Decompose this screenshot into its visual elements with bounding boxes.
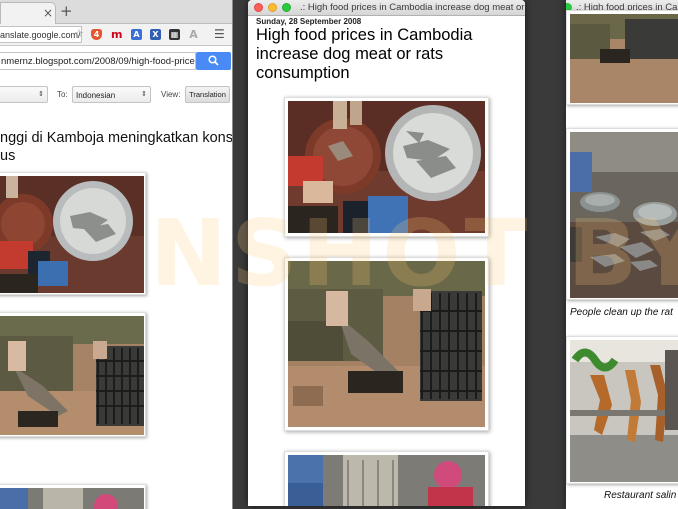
zoom-window-icon[interactable] <box>282 3 291 12</box>
post-title: High food prices in Cambodia increase do… <box>256 26 473 82</box>
photo-rats-bowl <box>0 172 146 295</box>
window-title: .: High food prices in Cambodia increase… <box>300 2 525 13</box>
photo-rats-bowl[interactable] <box>284 97 489 237</box>
new-tab-button[interactable]: + <box>60 3 73 19</box>
bookmark-star-icon[interactable]: ☆ <box>74 27 84 40</box>
from-language-select[interactable]: ⇕ <box>0 86 48 103</box>
menu-icon[interactable]: ☰ <box>214 27 225 41</box>
to-language-select[interactable]: Indonesian ⇕ <box>72 86 151 103</box>
photo-rats-cleaning <box>566 128 678 300</box>
language-row: ⇕ To: Indonesian ⇕ View: Translation <box>0 86 232 104</box>
close-tab-icon[interactable]: × <box>43 7 53 19</box>
photo-restaurant <box>566 336 678 484</box>
translate-search-button[interactable] <box>196 52 231 70</box>
translated-title-line: us <box>0 148 16 164</box>
title-bar[interactable]: .: High food prices in Cambodia increase… <box>248 0 525 16</box>
post-date: Sunday, 28 September 2008 <box>256 17 362 26</box>
google-translate-window: × + anslate.google.com/... ☆ 4 m A X ▦ A… <box>0 0 233 509</box>
desktop: × + anslate.google.com/... ☆ 4 m A X ▦ A… <box>0 0 678 509</box>
to-language-value: Indonesian <box>76 91 116 100</box>
translate-url-input[interactable]: nmernz.blogspot.com/2008/09/high-food-pr… <box>0 52 196 70</box>
translated-post-title: nggi di Kamboja meningkatkan konsumsi us <box>0 129 232 165</box>
address-bar[interactable]: anslate.google.com/... <box>0 26 82 43</box>
photo-caption: People clean up the rat <box>570 307 673 318</box>
brave-icon[interactable]: 4 <box>91 29 102 40</box>
grid-icon[interactable]: ▦ <box>169 29 180 40</box>
blog-window-right: .: High food prices in Cam People clean … <box>566 0 678 509</box>
tab-google-translate[interactable]: × <box>0 2 56 24</box>
photo-rat-cage <box>566 10 678 105</box>
m-icon[interactable]: m <box>111 29 122 40</box>
translated-title-line: nggi di Kamboja meningkatkan konsumsi <box>0 130 233 146</box>
photo-rat-cage <box>0 312 146 437</box>
photo-caption: Restaurant salin <box>604 490 677 501</box>
select-arrows-icon: ⇕ <box>141 90 147 98</box>
photo-rat-cage[interactable] <box>284 257 489 431</box>
x-icon[interactable]: X <box>150 29 161 40</box>
minimize-window-icon[interactable] <box>268 3 277 12</box>
search-icon <box>208 55 219 66</box>
view-label: View: <box>161 90 181 99</box>
translate-url-row: nmernz.blogspot.com/2008/09/high-food-pr… <box>0 52 232 72</box>
photo-market <box>0 484 146 509</box>
translate-icon[interactable]: A <box>131 29 142 40</box>
close-window-icon[interactable] <box>254 3 263 12</box>
view-translation-button[interactable]: Translation <box>185 86 230 103</box>
tab-strip: × + <box>0 0 232 24</box>
to-label: To: <box>57 90 68 99</box>
a-icon[interactable]: A <box>188 29 199 40</box>
blog-window: .: High food prices in Cambodia increase… <box>248 0 525 506</box>
select-arrows-icon: ⇕ <box>38 90 44 98</box>
photo-market[interactable] <box>284 451 489 506</box>
toolbar: anslate.google.com/... ☆ 4 m A X ▦ A ☰ <box>0 24 232 46</box>
